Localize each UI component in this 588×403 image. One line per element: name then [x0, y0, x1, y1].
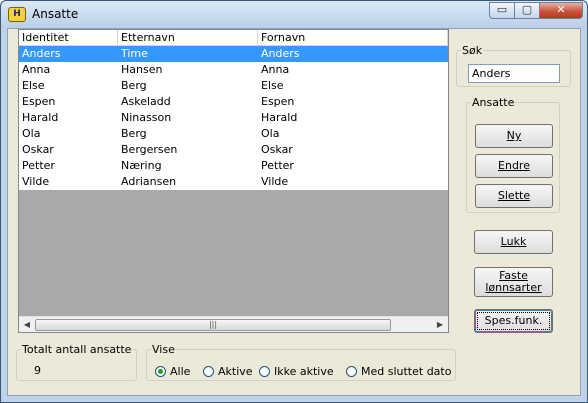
close-button[interactable]: ✕ [539, 2, 583, 19]
table-cell: Vilde [22, 175, 50, 188]
table-cell: Else [261, 79, 284, 92]
scroll-right-icon[interactable]: ▶ [432, 317, 448, 332]
table-cell: Espen [22, 95, 56, 108]
view-filter-group: Vise Alle Aktive Ikke aktive Med sluttet… [146, 343, 456, 381]
table-cell: Anna [22, 63, 51, 76]
table-cell: Ola [261, 127, 280, 140]
table-row[interactable]: Petter Næring Petter [19, 158, 448, 174]
fixed-pay-types-button[interactable]: Faste lønnsarter [474, 267, 553, 297]
table-cell: Askeladd [121, 95, 171, 108]
view-filter-legend: Vise [152, 343, 175, 356]
radio-label: Aktive [218, 365, 253, 378]
radio-alle[interactable]: Alle [155, 365, 190, 379]
minimize-button[interactable]: ▭ [489, 2, 515, 19]
radio-med-sluttet-dato[interactable]: Med sluttet dato [346, 365, 451, 379]
table-cell: Berg [121, 79, 147, 92]
table-cell: Oskar [22, 143, 54, 156]
table-row[interactable]: Espen Askeladd Espen [19, 94, 448, 110]
radio-label: Alle [170, 365, 191, 378]
new-button[interactable]: Ny [475, 124, 553, 148]
table-cell: Oskar [261, 143, 293, 156]
table-cell: Petter [22, 159, 55, 172]
table-cell: Anders [261, 47, 300, 60]
column-header-fornavn[interactable]: Fornavn [258, 30, 448, 46]
search-input[interactable]: Anders [468, 64, 560, 83]
table-row[interactable]: Oskar Bergersen Oskar [19, 142, 448, 158]
table-cell: Vilde [261, 175, 289, 188]
search-group: Søk Anders [456, 44, 571, 87]
app-icon: H [8, 7, 26, 22]
radio-label: Ikke aktive [274, 365, 334, 378]
table-cell: Harald [22, 111, 59, 124]
radio-label: Med sluttet dato [361, 365, 452, 378]
radio-icon [259, 366, 270, 377]
column-header-etternavn[interactable]: Etternavn [118, 30, 258, 46]
employees-grid[interactable]: Identitet Etternavn Fornavn Anders Time An… [18, 29, 449, 333]
maximize-button[interactable]: ▢ [514, 2, 540, 19]
special-functions-button[interactable]: Spes.funk. [474, 309, 553, 333]
total-employees-group: Totalt antall ansatte 9 [16, 343, 137, 381]
title-bar[interactable]: H Ansatte ▭ ▢ ✕ [1, 1, 587, 28]
client-area: Identitet Etternavn Fornavn Anders Time An… [7, 28, 581, 396]
table-row[interactable]: Anna Hansen Anna [19, 62, 448, 78]
search-legend: Søk [462, 44, 483, 57]
table-cell: Petter [261, 159, 294, 172]
table-cell: Ninasson [121, 111, 172, 124]
scroll-thumb[interactable]: ||| [35, 319, 391, 331]
grid-rows: Anders Time Anders Anna Hansen Anna Else Berg El… [19, 46, 448, 190]
table-cell: Adriansen [121, 175, 177, 188]
column-header-identitet[interactable]: Identitet [19, 30, 118, 46]
table-cell: Anna [261, 63, 290, 76]
radio-icon [203, 366, 214, 377]
table-cell: Ola [22, 127, 41, 140]
table-row[interactable]: Else Berg Else [19, 78, 448, 94]
table-cell: Time [121, 47, 148, 60]
radio-aktive[interactable]: Aktive [203, 365, 253, 379]
table-row[interactable]: Ola Berg Ola [19, 126, 448, 142]
table-row[interactable]: Harald Ninasson Harald [19, 110, 448, 126]
table-cell: Espen [261, 95, 295, 108]
edit-button[interactable]: Endre [475, 154, 553, 178]
employee-actions-legend: Ansatte [472, 96, 515, 109]
table-cell: Else [22, 79, 45, 92]
grid-header: Identitet Etternavn Fornavn [19, 30, 448, 46]
total-employees-value: 9 [34, 364, 41, 377]
scroll-left-icon[interactable]: ◀ [19, 317, 35, 332]
radio-icon [346, 366, 357, 377]
table-cell: Harald [261, 111, 298, 124]
table-cell: Anders [22, 47, 61, 60]
total-employees-legend: Totalt antall ansatte [22, 343, 132, 356]
employee-actions-group: Ansatte Ny Endre Slette [466, 96, 560, 213]
table-cell: Bergersen [121, 143, 178, 156]
table-row[interactable]: Anders Time Anders [19, 46, 448, 62]
close-dialog-button[interactable]: Lukk [474, 230, 553, 254]
table-row[interactable]: Vilde Adriansen Vilde [19, 174, 448, 190]
radio-selected-icon [155, 366, 166, 377]
table-cell: Berg [121, 127, 147, 140]
table-cell: Hansen [121, 63, 163, 76]
horizontal-scrollbar[interactable]: ◀ ||| ▶ [19, 316, 448, 332]
window-title: Ansatte [32, 7, 79, 21]
table-cell: Næring [121, 159, 162, 172]
employees-window: H Ansatte ▭ ▢ ✕ Identitet Etternavn Forn… [0, 0, 588, 403]
radio-ikke-aktive[interactable]: Ikke aktive [259, 365, 334, 379]
delete-button[interactable]: Slette [475, 184, 553, 208]
